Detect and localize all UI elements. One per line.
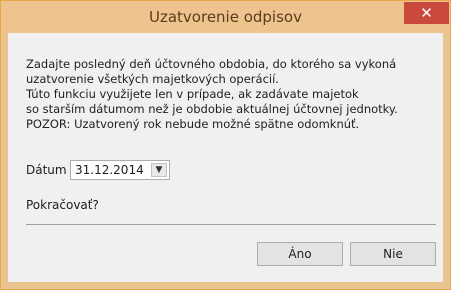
message-line: POZOR: Uzatvorený rok nebude možné spätn… xyxy=(26,117,360,131)
message-line: Zadajte posledný deň účtovného obdobia, … xyxy=(26,57,397,71)
close-icon: ✕ xyxy=(420,3,433,22)
date-row: Dátum 31.12.2014 ▼ xyxy=(26,159,170,181)
confirm-question: Pokračovať? xyxy=(26,198,99,212)
date-label: Dátum xyxy=(26,163,67,177)
date-value: 31.12.2014 xyxy=(75,163,144,177)
dialog-body: Zadajte posledný deň účtovného obdobia, … xyxy=(8,33,443,282)
dialog-window: Uzatvorenie odpisov ✕ Zadajte posledný d… xyxy=(0,0,451,290)
close-button[interactable]: ✕ xyxy=(404,2,449,24)
message-line: Túto funkciu využijete len v prípade, ak… xyxy=(26,87,359,101)
dialog-title: Uzatvorenie odpisov xyxy=(149,8,302,26)
message-line: uzatvorenie všetkých majetkových operáci… xyxy=(26,72,279,86)
message-text: Zadajte posledný deň účtovného obdobia, … xyxy=(26,57,436,132)
chevron-down-icon[interactable]: ▼ xyxy=(151,163,167,177)
title-bar[interactable]: Uzatvorenie odpisov ✕ xyxy=(1,1,450,34)
yes-button[interactable]: Áno xyxy=(257,242,343,266)
message-line: so starším dátumom než je obdobie aktuál… xyxy=(26,102,398,116)
date-dropdown[interactable]: 31.12.2014 ▼ xyxy=(70,160,170,180)
divider xyxy=(26,224,436,225)
no-button[interactable]: Nie xyxy=(350,242,436,266)
